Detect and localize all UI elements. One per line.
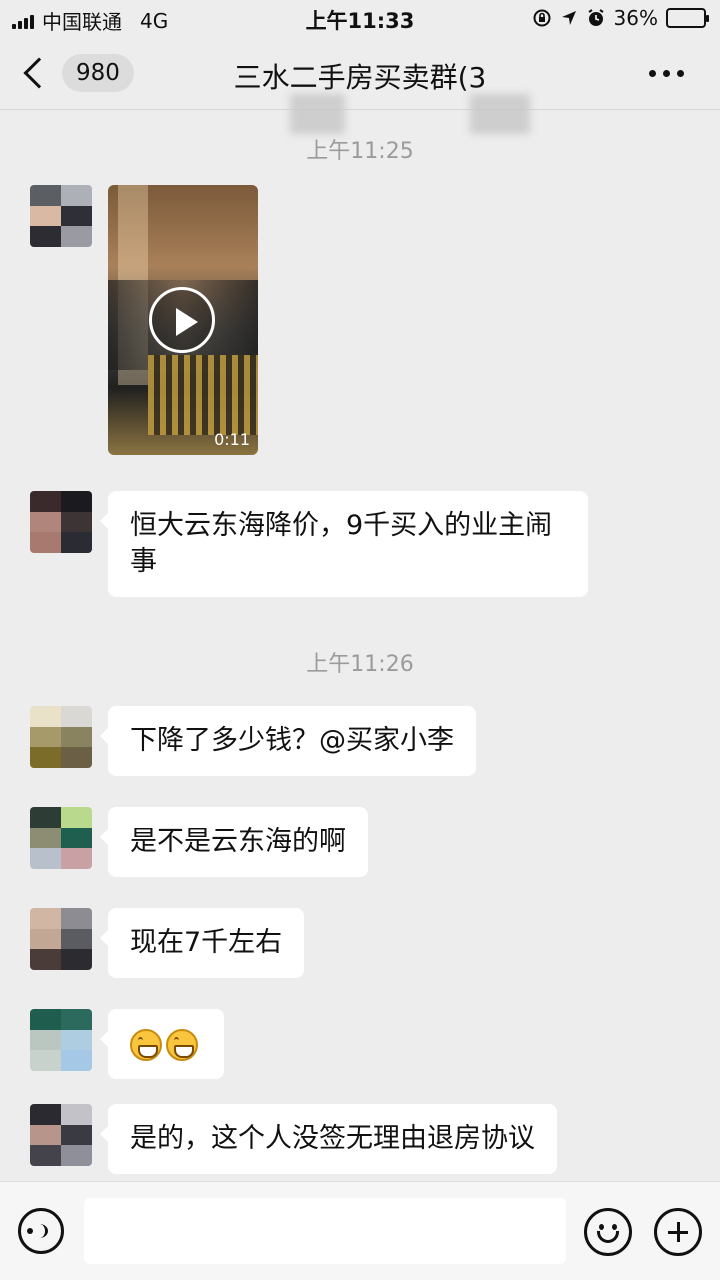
video-duration: 0:11 [214,430,250,449]
status-bar: 中国联通 4G 上午11:33 36% [0,0,720,36]
message-bubble[interactable] [100,1009,224,1079]
more-button[interactable] [649,70,684,77]
play-icon[interactable] [149,287,215,353]
alarm-icon [587,9,604,26]
avatar[interactable] [30,1009,92,1071]
avatar[interactable] [30,706,92,768]
message-bubble[interactable]: 下降了多少钱？@买家小李 [100,706,476,776]
input-bar [0,1181,720,1280]
chat-messages[interactable]: 上午11:25 0:11 恒大云东海降价，9千买入的业主闹事 上午11:26 下… [0,111,720,1181]
grin-emoji-icon [166,1028,198,1061]
video-message[interactable]: 0:11 [108,185,258,455]
chat-title: 三水二手房买卖群(3 [233,61,487,94]
avatar[interactable] [30,1104,92,1166]
message-bubble[interactable]: 是的，这个人没签无理由退房协议 [100,1104,557,1174]
back-button[interactable]: 980 [23,54,134,92]
avatar[interactable] [30,185,92,247]
back-chevron-icon [23,57,55,89]
voice-icon[interactable] [18,1208,64,1254]
timestamp: 上午11:26 [306,652,414,677]
timestamp: 上午11:25 [306,139,414,164]
avatar[interactable] [30,491,92,553]
battery-icon [666,8,709,28]
location-icon [561,11,576,25]
grin-emoji-icon [130,1028,162,1061]
orientation-lock-icon [533,9,551,27]
message-input[interactable] [84,1198,566,1264]
status-right: 36% [532,6,709,30]
avatar[interactable] [30,908,92,970]
battery-percent: 36% [613,6,658,30]
message-bubble[interactable]: 恒大云东海降价，9千买入的业主闹事 [100,491,588,597]
plus-icon[interactable] [654,1208,702,1256]
emoji-icon[interactable] [584,1208,632,1256]
chat-header: 980 三水二手房买卖群(3 [0,36,720,134]
message-bubble[interactable]: 是不是云东海的啊 [100,807,368,877]
more-dots-icon [649,70,656,77]
unread-count-badge: 980 [62,54,134,92]
message-bubble[interactable]: 现在7千左右 [99,908,305,978]
avatar[interactable] [30,807,92,869]
